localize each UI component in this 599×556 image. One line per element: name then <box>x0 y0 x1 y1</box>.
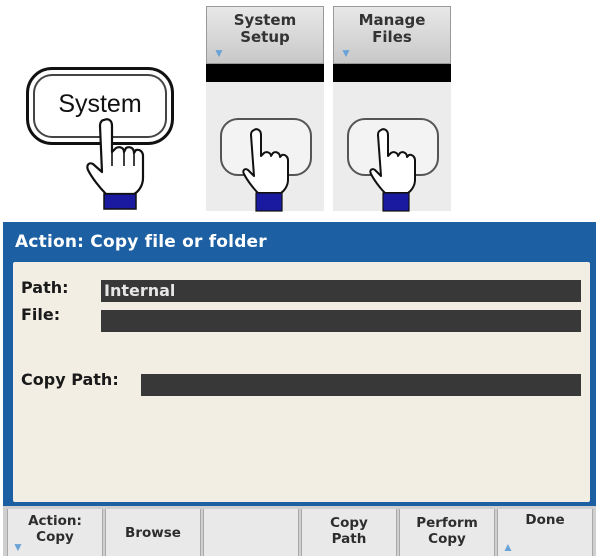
softkey-label: System Setup <box>233 11 297 46</box>
menu-action-copy-button[interactable]: Action: Copy ▼ <box>7 509 103 556</box>
menu-key-label: Perform Copy <box>416 515 478 547</box>
copy-path-label: Copy Path: <box>21 370 119 389</box>
dialog-title: Action: Copy file or folder <box>15 232 267 252</box>
menu-blank-button[interactable] <box>203 509 299 556</box>
copy-path-field[interactable] <box>141 374 581 396</box>
softkey-label: Manage Files <box>358 11 426 46</box>
menu-copy-path-button[interactable]: Copy Path <box>301 509 397 556</box>
down-arrow-icon: ▼ <box>340 46 352 60</box>
menu-browse-button[interactable]: Browse <box>105 509 201 556</box>
softkey-manage-files-label-area[interactable]: Manage Files ▼ <box>333 6 451 64</box>
down-arrow-icon: ▼ <box>12 540 24 554</box>
softkey-divider <box>333 64 451 82</box>
pointing-hand-icon <box>86 118 145 210</box>
menu-key-label: Copy Path <box>330 515 368 547</box>
dialog-panel: Path: Internal File: Copy Path: <box>13 262 590 502</box>
system-key-label: System <box>58 90 142 118</box>
softkey-system-setup[interactable]: System Setup ▼ <box>206 6 324 212</box>
softkey-button-body[interactable] <box>206 82 324 212</box>
path-field[interactable]: Internal <box>101 280 581 302</box>
menu-key-label: Done <box>525 512 565 528</box>
instrument-screen: Action: Copy file or folder Path: Intern… <box>3 222 596 556</box>
softkey-divider <box>206 64 324 82</box>
menu-perform-copy-button[interactable]: Perform Copy <box>399 509 495 556</box>
softkey-manage-files[interactable]: Manage Files ▼ <box>333 6 451 212</box>
softkey-system-setup-label-area[interactable]: System Setup ▼ <box>206 6 324 64</box>
softkey-menu-bar: Action: Copy ▼ Browse Copy Path Perform … <box>3 506 596 556</box>
pointing-hand-icon <box>242 128 289 212</box>
file-field[interactable] <box>101 310 581 332</box>
path-label: Path: <box>21 278 69 297</box>
softkey-button-body[interactable] <box>333 82 451 212</box>
up-arrow-icon: ▲ <box>502 540 514 554</box>
file-label: File: <box>21 305 61 324</box>
menu-key-label: Browse <box>125 525 181 541</box>
pointing-hand-icon <box>369 128 416 212</box>
down-arrow-icon: ▼ <box>213 46 225 60</box>
menu-done-button[interactable]: Done ▲ <box>497 509 593 556</box>
